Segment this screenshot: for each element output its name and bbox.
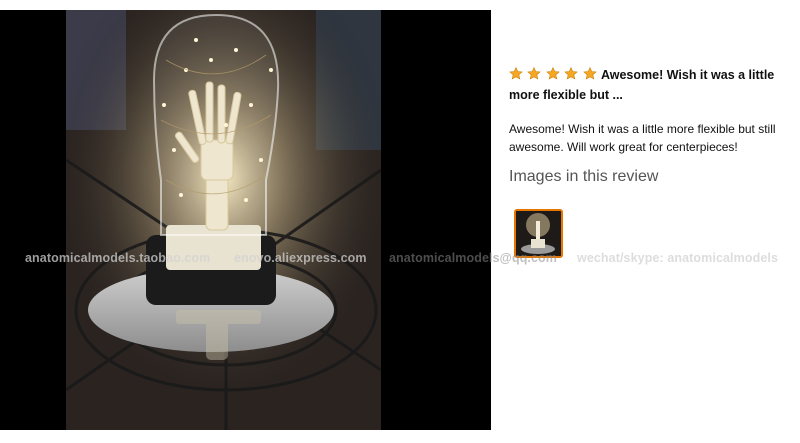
- watermark-text: anatomicalmodels.taobao.com: [25, 251, 211, 265]
- review-photo-illustration: [66, 10, 381, 430]
- star-icon: [527, 67, 542, 80]
- star-icon: [546, 67, 560, 80]
- watermark-text: anatomicalmodels@qq.com: [389, 251, 557, 265]
- review-photo: [66, 10, 381, 430]
- star-rating: [509, 67, 598, 86]
- star-icon: [583, 67, 597, 80]
- watermark-text: enovo.aliexpress.com: [234, 251, 367, 265]
- watermark-text: wechat/skype: anatomicalmodels: [577, 251, 778, 265]
- review-panel: Awesome! Wish it was a little more flexi…: [509, 66, 794, 258]
- review-body: Awesome! Wish it was a little more flexi…: [509, 122, 776, 154]
- images-heading: Images in this review: [509, 168, 659, 185]
- image-viewer: [0, 10, 491, 430]
- review-headline-row[interactable]: Awesome! Wish it was a little more flexi…: [509, 66, 794, 105]
- star-icon: [564, 67, 579, 80]
- thumbnail-image: [516, 211, 561, 256]
- star-icon: [509, 67, 523, 80]
